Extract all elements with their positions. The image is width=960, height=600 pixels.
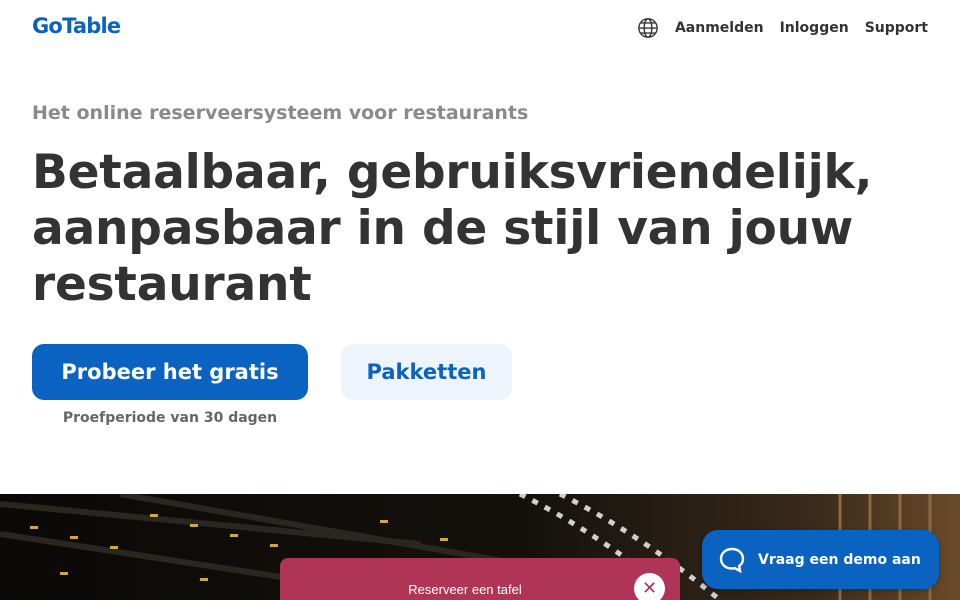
chat-bubble-icon <box>719 547 745 573</box>
nav-links: Aanmelden Inloggen Support <box>637 17 928 39</box>
request-demo-button[interactable]: Vraag een demo aan <box>702 530 939 589</box>
nav-link-inloggen[interactable]: Inloggen <box>780 20 849 36</box>
booking-widget: Reserveer een tafel ✕ <box>280 558 680 600</box>
gotable-logo[interactable]: GoTable <box>32 14 121 38</box>
trial-period-note: Proefperiode van 30 dagen <box>62 410 278 426</box>
close-icon[interactable]: ✕ <box>634 573 665 600</box>
hero-headline: Betaalbaar, gebruiksvriendelijk, aanpasb… <box>32 145 873 312</box>
nav-link-aanmelden[interactable]: Aanmelden <box>675 20 764 36</box>
try-free-button[interactable]: Probeer het gratis <box>32 344 308 400</box>
packages-button[interactable]: Pakketten <box>341 344 512 400</box>
globe-icon[interactable] <box>637 17 659 39</box>
request-demo-label: Vraag een demo aan <box>758 551 921 568</box>
booking-widget-title: Reserveer een tafel <box>408 582 522 597</box>
hero-eyebrow: Het online reserveersysteem voor restaur… <box>32 102 529 124</box>
top-navigation: GoTable Aanmelden Inloggen Support <box>0 0 960 58</box>
nav-link-support[interactable]: Support <box>865 20 928 36</box>
